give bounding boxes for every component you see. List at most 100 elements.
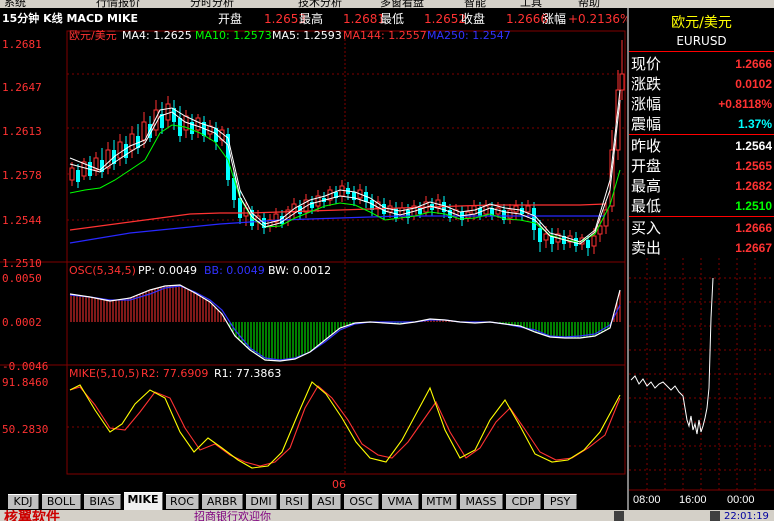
candle-body: [619, 73, 625, 91]
ask-value: 1.2667: [735, 241, 772, 255]
menu-item-intraday[interactable]: 分时分析: [190, 0, 234, 8]
close-label: 收盘: [461, 12, 486, 26]
status-bar: 核翼软件 招商银行欢迎你 22:01:19: [0, 510, 774, 521]
candle-body: [117, 141, 123, 159]
bid-value: 1.2666: [735, 221, 772, 235]
change-value: +0.2136%: [568, 12, 632, 26]
tab-dmi[interactable]: DMI: [246, 494, 277, 509]
quote-row-change: 涨跌 0.0102: [629, 74, 774, 94]
candle-body: [165, 103, 171, 121]
tab-bias[interactable]: BIAS: [84, 494, 121, 509]
price-tick-4: 1.2578: [2, 169, 42, 182]
candle-body: [178, 118, 182, 136]
tab-mtm[interactable]: MTM: [422, 494, 457, 509]
price-tick-5: 1.2544: [2, 214, 42, 227]
open-label: 开盘: [218, 12, 243, 26]
quote-row-prev-close: 昨收 1.2564: [629, 136, 774, 156]
mike-r1: R1: 77.3863: [214, 367, 281, 380]
candle-body: [141, 121, 147, 141]
status-marquee: 招商银行欢迎你: [194, 510, 271, 521]
candle-body: [69, 167, 75, 181]
candle-body: [339, 185, 345, 197]
open-label: 开盘: [631, 157, 662, 175]
candle-body: [543, 233, 549, 241]
menu-item-quotes[interactable]: 行情报价: [96, 0, 140, 8]
time-tick-2: 16:00: [679, 494, 707, 506]
change-label: 涨幅: [542, 12, 567, 26]
tab-mass[interactable]: MASS: [460, 494, 503, 509]
menu-item-multiwindow[interactable]: 多窗看盘: [380, 0, 424, 8]
tab-asi[interactable]: ASI: [312, 494, 341, 509]
change-label: 涨跌: [631, 75, 662, 93]
candle-body: [538, 228, 542, 242]
quote-row-low: 最低 1.2510: [629, 196, 774, 216]
osc-tick-1: 0.0050: [2, 272, 42, 285]
tab-psy[interactable]: PSY: [544, 494, 577, 509]
osc-bb: BB: 0.0049: [204, 264, 265, 277]
menu-item-tools[interactable]: 工具: [520, 0, 542, 8]
open-value: 1.2565: [735, 159, 772, 173]
amplitude-value: 1.37%: [737, 117, 772, 131]
tab-kdj[interactable]: KDJ: [8, 494, 39, 509]
tab-arbr[interactable]: ARBR: [202, 494, 243, 509]
status-icon: [614, 511, 624, 521]
low-value: 1.2510: [735, 199, 772, 213]
bid-label: 买入: [631, 219, 662, 237]
ma144-legend: MA144: 1.2557: [343, 30, 427, 42]
menu-item-system[interactable]: 系统: [4, 0, 26, 8]
change-value: 0.0102: [735, 77, 772, 91]
ma4-legend: MA4: 1.2625: [122, 30, 192, 42]
ma10-legend: MA10: 1.2573: [195, 30, 272, 42]
tab-mike[interactable]: MIKE: [124, 492, 163, 510]
menu-item-help[interactable]: 帮助: [578, 0, 600, 8]
quote-title: 欧元/美元: [671, 15, 732, 31]
tab-vma[interactable]: VMA: [382, 494, 419, 509]
quote-header: 15分钟 K线 MACD MIKE 开盘 1.2653 最高 1.2681 最低…: [0, 8, 631, 30]
tab-boll[interactable]: BOLL: [42, 494, 81, 509]
ma5-legend: MA5: 1.2593: [272, 30, 342, 42]
osc-pp: PP: 0.0049: [138, 264, 197, 277]
quote-row-change-pct: 涨幅 +0.8118%: [629, 94, 774, 114]
candle-body: [525, 205, 531, 213]
osc-tick-3: -0.0046: [2, 360, 48, 373]
quote-row-bid: 买入 1.2666: [629, 218, 774, 238]
tab-cdp[interactable]: CDP: [506, 494, 541, 509]
kline-chart[interactable]: 1.2681 1.2647 1.2613 1.2578 1.2544 1.251…: [0, 30, 627, 492]
quote-row-last-price: 现价 1.2666: [629, 54, 774, 74]
osc-tick-2: 0.0002: [2, 316, 42, 329]
tab-rsi[interactable]: RSI: [280, 494, 309, 509]
intraday-chart[interactable]: 08:00 16:00 00:00: [629, 258, 774, 510]
price-tick-6: 1.2510: [2, 257, 42, 270]
low-label: 最低: [631, 197, 662, 215]
menu-item-technical[interactable]: 技术分析: [298, 0, 342, 8]
quote-row-ask: 卖出 1.2667: [629, 238, 774, 258]
time-tick-1: 08:00: [633, 494, 661, 506]
ask-label: 卖出: [631, 239, 662, 257]
indicator-tabs: KDJ BOLL BIAS MIKE ROC ARBR DMI RSI ASI …: [0, 492, 627, 510]
menu-bar: 系统 行情报价 分时分析 技术分析 多窗看盘 智能 工具 帮助: [0, 0, 774, 8]
x-date-label: 06: [332, 478, 346, 491]
price-tick-1: 1.2681: [2, 38, 42, 51]
mike-tick-1: 91.8460: [2, 376, 48, 389]
ma250-legend: MA250: 1.2547: [427, 30, 511, 42]
osc-bw: BW: 0.0012: [268, 264, 331, 277]
candle-body: [195, 117, 201, 131]
high-value: 1.2682: [735, 179, 772, 193]
low-label: 最低: [380, 12, 405, 26]
tab-roc[interactable]: ROC: [166, 494, 199, 509]
quote-row-high: 最高 1.2682: [629, 176, 774, 196]
quote-row-open: 开盘 1.2565: [629, 156, 774, 176]
tab-osc[interactable]: OSC: [344, 494, 379, 509]
candle-body: [129, 133, 135, 151]
high-label: 最高: [299, 12, 324, 26]
high-value: 1.2681: [343, 12, 385, 26]
quote-panel: 欧元/美元 EURUSD 现价 1.2666 涨跌 0.0102 涨幅 +0.8118% 震…: [627, 8, 774, 510]
menu-item-smart[interactable]: 智能: [464, 0, 486, 8]
mike-title: MIKE(5,10,5): [69, 367, 139, 380]
candle-body: [586, 240, 590, 248]
time-tick-3: 00:00: [727, 494, 755, 506]
change-pct-label: 涨幅: [631, 95, 662, 113]
candle-body: [232, 178, 236, 200]
osc-title: OSC(5,34,5): [69, 264, 136, 277]
change-pct-value: +0.8118%: [718, 97, 772, 111]
